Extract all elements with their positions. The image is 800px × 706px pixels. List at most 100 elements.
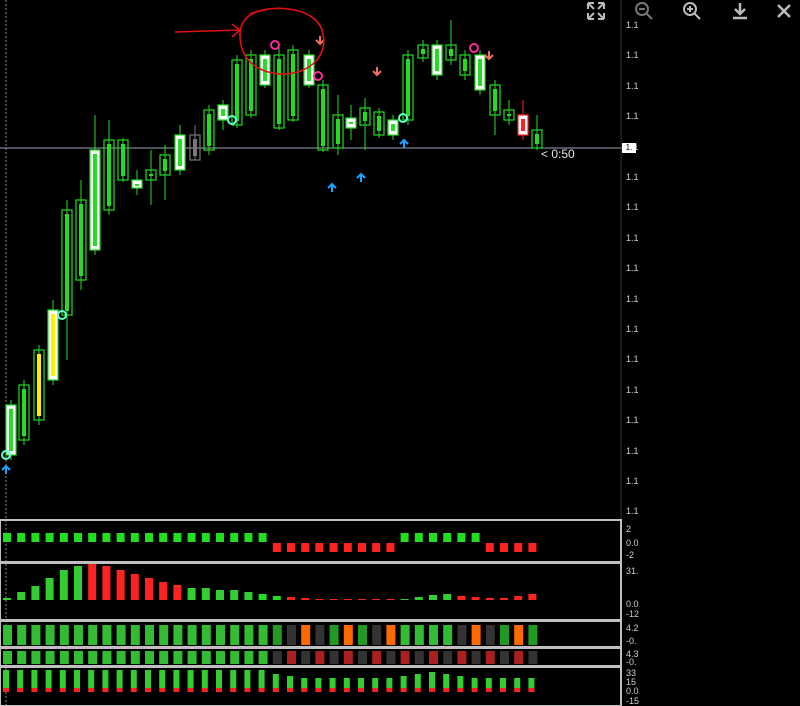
candle-inner — [249, 59, 253, 111]
price-tick-label: 1.1 — [626, 50, 639, 61]
candle-inner — [507, 114, 511, 116]
candle-inner — [321, 89, 325, 146]
pane3b-bar — [386, 651, 396, 664]
pane4-bar — [45, 688, 52, 692]
pane1-bar — [201, 533, 210, 542]
candle-inner — [121, 144, 125, 176]
expand-button[interactable] — [585, 0, 607, 22]
close-button[interactable] — [773, 0, 795, 22]
pane3b-bar — [258, 651, 268, 664]
pane3-bar — [201, 625, 211, 645]
pane3-bar — [443, 625, 453, 645]
candle-inner — [277, 59, 281, 124]
pane4-bar — [173, 670, 180, 688]
pane4-bar — [45, 670, 52, 688]
pane3-bar — [45, 625, 55, 645]
pane3b-bar — [287, 651, 296, 664]
pane4-bar — [244, 670, 251, 688]
candle-inner — [107, 144, 111, 206]
pane4-bar — [429, 688, 435, 692]
chart-canvas[interactable] — [0, 0, 800, 706]
pane1-bar — [187, 533, 196, 542]
pane3b-bar — [45, 651, 55, 664]
pane4-bar — [187, 670, 194, 688]
candle-inner — [221, 109, 225, 116]
pane3-bar — [116, 625, 126, 645]
pane4-bar — [485, 678, 492, 688]
pane3-bar — [386, 625, 396, 645]
pane4-bar — [201, 670, 208, 688]
pane2-bar — [329, 599, 338, 600]
candle-inner — [421, 49, 425, 54]
candle-inner — [349, 122, 353, 124]
candle-inner — [79, 204, 83, 276]
download-button[interactable] — [729, 0, 751, 22]
pane1-bar — [429, 533, 437, 542]
pane1-bar — [272, 543, 281, 552]
pane1-bar — [372, 543, 381, 552]
candle-inner — [9, 409, 13, 451]
sell-signal-arrow — [484, 51, 494, 61]
pane4-bar — [116, 670, 123, 688]
pane2-bar — [358, 599, 366, 600]
pane4-tick: 0.0 — [626, 686, 639, 696]
zoom-in-button[interactable] — [681, 0, 703, 22]
pane4-bar — [386, 678, 393, 688]
pane2-bar — [528, 594, 537, 600]
pane4-bar — [514, 678, 521, 688]
pane3-bar — [301, 625, 311, 645]
pane3b-bar — [31, 651, 41, 664]
pane2-bar — [272, 596, 281, 600]
pane1-bar — [528, 543, 537, 552]
pane4-bar — [258, 670, 265, 688]
pane4-bar — [329, 678, 336, 688]
pane3-bar — [130, 625, 140, 645]
pane3b-bar — [485, 651, 495, 664]
pane3-bar — [159, 625, 169, 645]
price-tick-label: 1.1 — [626, 415, 639, 426]
pane3-bar — [429, 625, 438, 645]
pane2-bar — [3, 598, 11, 600]
pane3-tick: -0. — [626, 657, 637, 667]
price-tick-label: 1.1 — [626, 232, 639, 243]
pane3-bar — [272, 625, 282, 645]
pane3b-bar — [272, 651, 282, 664]
pane1-bar — [59, 533, 68, 542]
pane2-bar — [201, 588, 210, 600]
pane3-bar — [329, 625, 339, 645]
zoom-out-icon — [635, 2, 653, 20]
pane3-bar — [414, 625, 424, 645]
pane3b-bar — [230, 651, 240, 664]
pane4-bar — [329, 688, 336, 692]
pane4-bar — [31, 688, 38, 692]
pane3-bar — [216, 625, 225, 645]
candle-inner — [207, 114, 211, 146]
price-tick-label: 1.1 — [626, 445, 639, 456]
candles-group — [5, 20, 543, 460]
zoom-out-button[interactable] — [633, 0, 655, 22]
pane3-bar — [457, 625, 467, 645]
pane4-bar — [358, 678, 364, 688]
candle-inner — [178, 139, 182, 166]
pane3b-bar — [429, 651, 438, 664]
pane4-bar — [216, 670, 222, 688]
pane4-bar — [485, 688, 492, 692]
pane2-bar — [102, 566, 111, 600]
pane4-bar — [102, 688, 109, 692]
pane4-bar — [315, 688, 322, 692]
pane4-bar — [74, 670, 80, 688]
pane1-bar — [3, 533, 11, 542]
pane1-bar — [315, 543, 324, 552]
bar-countdown-timer: < 0:50 — [541, 147, 575, 161]
pane2-bar — [159, 582, 168, 600]
candle-inner — [37, 354, 41, 416]
pane3b-bar — [315, 651, 325, 664]
signal-marker — [469, 43, 479, 53]
pane1-bar — [159, 533, 168, 542]
pane4-bar — [457, 688, 464, 692]
pane2-tick: 31. — [626, 566, 639, 576]
pane2-bar — [485, 598, 494, 600]
pane1-tick: -2 — [626, 550, 635, 560]
pane3b-bar — [329, 651, 339, 664]
pane1-bar — [130, 533, 139, 542]
